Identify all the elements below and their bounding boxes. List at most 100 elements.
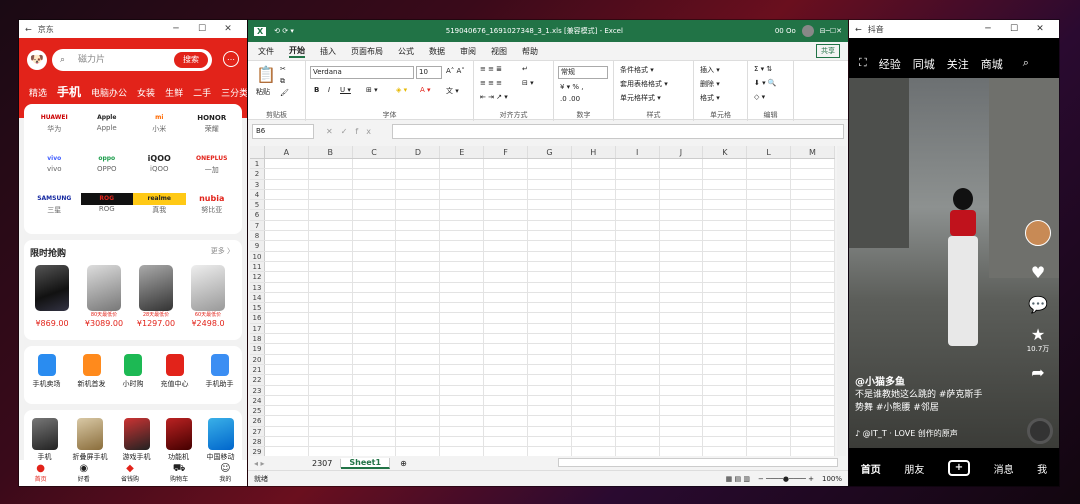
cell[interactable]: [396, 406, 441, 416]
row-header[interactable]: 19: [250, 344, 265, 354]
cell[interactable]: [396, 179, 441, 189]
cell[interactable]: [484, 323, 529, 334]
row-header[interactable]: 2: [250, 169, 265, 179]
cell[interactable]: [747, 334, 792, 344]
row-header[interactable]: 28: [250, 437, 265, 447]
cell[interactable]: [484, 210, 529, 220]
column-header[interactable]: C: [353, 146, 397, 158]
search-input[interactable]: ⌕ 磁力片 搜索: [52, 49, 212, 71]
cell[interactable]: [616, 200, 660, 210]
row-header[interactable]: 1: [250, 159, 265, 169]
cell[interactable]: [572, 385, 616, 395]
cell[interactable]: [616, 344, 660, 354]
row-header[interactable]: 8: [250, 231, 265, 241]
cell[interactable]: [703, 354, 748, 364]
back-icon[interactable]: ←: [25, 25, 32, 34]
cell[interactable]: [396, 169, 441, 179]
cell[interactable]: [616, 179, 660, 189]
tab-mine[interactable]: ☺ 我的: [219, 463, 231, 486]
cell[interactable]: [309, 231, 353, 241]
cell[interactable]: [703, 437, 748, 447]
comment-icon[interactable]: 💬: [1023, 296, 1053, 314]
cell[interactable]: [572, 395, 616, 406]
cell[interactable]: [484, 303, 529, 313]
formula-buttons[interactable]: ✕✓fx: [318, 127, 388, 136]
cell[interactable]: [440, 292, 485, 303]
cell[interactable]: [353, 406, 397, 416]
cell[interactable]: [353, 395, 397, 406]
insert-cells-button[interactable]: 插入 ▾: [700, 65, 720, 75]
cell[interactable]: [528, 210, 572, 220]
horizontal-scrollbar[interactable]: [558, 458, 838, 467]
cell[interactable]: [747, 323, 792, 334]
cell[interactable]: [440, 447, 485, 456]
cell[interactable]: [440, 375, 485, 385]
cell[interactable]: [616, 159, 660, 169]
cell[interactable]: [396, 334, 441, 344]
cell[interactable]: [572, 179, 616, 189]
cell[interactable]: [791, 159, 835, 169]
cell[interactable]: [747, 437, 792, 447]
cell[interactable]: [703, 189, 748, 200]
cell[interactable]: [528, 344, 572, 354]
cell[interactable]: [528, 231, 572, 241]
cell[interactable]: [484, 169, 529, 179]
row-header[interactable]: 12: [250, 272, 265, 282]
row-header[interactable]: 15: [250, 303, 265, 313]
category-tab[interactable]: 生鲜: [165, 86, 183, 100]
cell[interactable]: [265, 189, 309, 200]
cell[interactable]: [572, 251, 616, 261]
cell[interactable]: [747, 220, 792, 231]
cell[interactable]: [396, 251, 441, 261]
cell[interactable]: [703, 375, 748, 385]
cell[interactable]: [353, 200, 397, 210]
cell[interactable]: [484, 437, 529, 447]
brand-item[interactable]: ROG ROG: [80, 193, 133, 226]
column-header[interactable]: G: [528, 146, 572, 158]
cell[interactable]: [309, 261, 353, 272]
number-format-select[interactable]: 常规: [558, 66, 608, 79]
underline-icon[interactable]: U ▾: [340, 86, 351, 94]
cell[interactable]: [791, 292, 835, 303]
cell[interactable]: [616, 251, 660, 261]
cell[interactable]: [440, 261, 485, 272]
cell[interactable]: [265, 313, 309, 323]
align-top-icon[interactable]: ≡ ≡ ≣: [480, 65, 502, 73]
row-header[interactable]: 6: [250, 210, 265, 220]
service-item[interactable]: 充值中心: [161, 354, 189, 404]
flash-sale-more-link[interactable]: 更多 〉: [211, 246, 234, 256]
cell[interactable]: [791, 241, 835, 251]
cell[interactable]: [528, 220, 572, 231]
cell[interactable]: [616, 169, 660, 179]
cell[interactable]: [528, 375, 572, 385]
row-header[interactable]: 17: [250, 323, 265, 334]
cell[interactable]: [747, 179, 792, 189]
column-header[interactable]: L: [747, 146, 792, 158]
cell[interactable]: [396, 416, 441, 426]
cell[interactable]: [440, 189, 485, 200]
cell[interactable]: [440, 272, 485, 282]
cell[interactable]: [440, 416, 485, 426]
cell[interactable]: [309, 292, 353, 303]
cell[interactable]: [265, 395, 309, 406]
cell[interactable]: [572, 447, 616, 456]
cell[interactable]: [616, 426, 660, 437]
cell[interactable]: [309, 323, 353, 334]
cell[interactable]: [440, 395, 485, 406]
decimal-icon[interactable]: .0 .00: [560, 95, 580, 103]
cell[interactable]: [747, 344, 792, 354]
cell[interactable]: [309, 447, 353, 456]
search-button[interactable]: 搜索: [174, 52, 208, 68]
cell[interactable]: [528, 169, 572, 179]
cell[interactable]: [616, 282, 660, 292]
cell[interactable]: [309, 169, 353, 179]
tab-home[interactable]: 首页: [861, 461, 881, 476]
cell[interactable]: [309, 354, 353, 364]
cell[interactable]: [616, 313, 660, 323]
cell[interactable]: [528, 261, 572, 272]
cell[interactable]: [309, 364, 353, 375]
cell[interactable]: [396, 395, 441, 406]
cell[interactable]: [484, 334, 529, 344]
cell[interactable]: [309, 406, 353, 416]
row-header[interactable]: 21: [250, 364, 265, 375]
